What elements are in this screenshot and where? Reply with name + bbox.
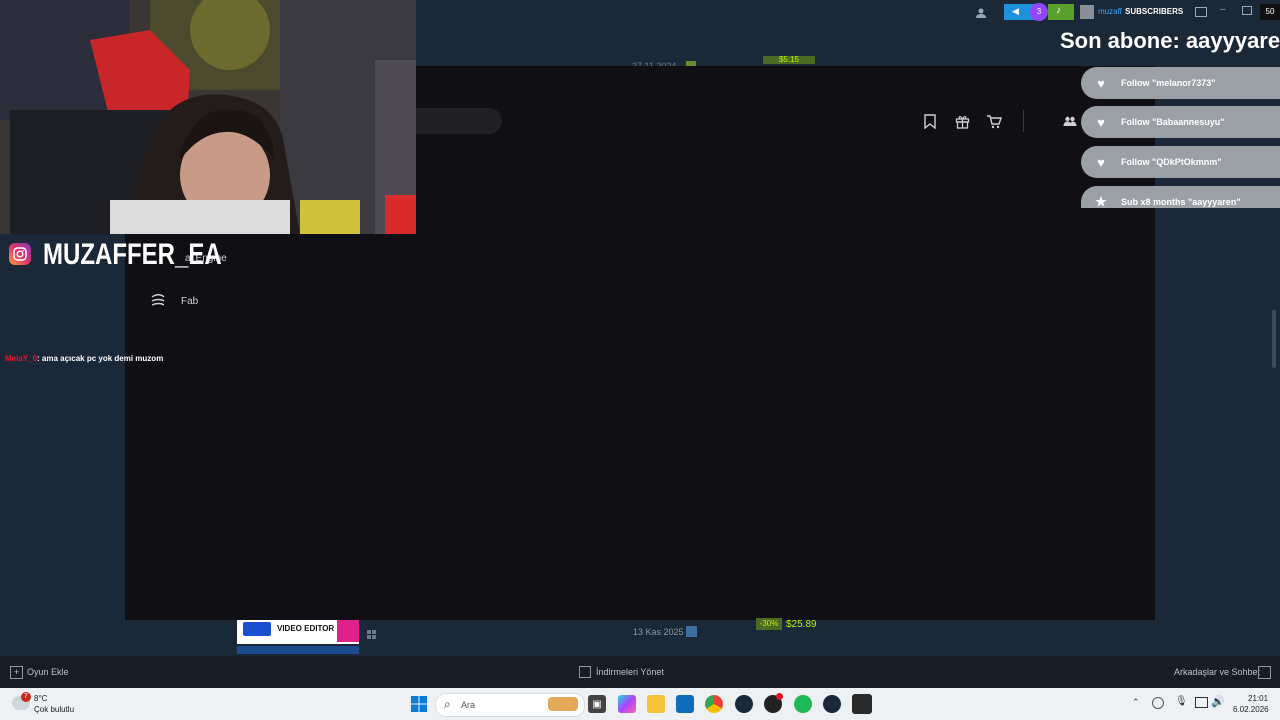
notification-dot	[776, 693, 783, 700]
weather-temp[interactable]: 8°C	[34, 694, 47, 703]
add-game-button[interactable]: Oyun Ekle	[27, 667, 69, 677]
steam-icon[interactable]	[823, 695, 841, 713]
minimize-icon[interactable]: –	[1220, 4, 1226, 15]
add-icon[interactable]: +	[10, 666, 23, 679]
file-explorer-icon[interactable]	[647, 695, 665, 713]
channel-avatar	[1080, 5, 1094, 19]
channel-name: muzaff	[1098, 7, 1122, 16]
game-price: $5.15	[763, 56, 815, 64]
heart-icon: ♥	[1097, 114, 1105, 130]
alert-text: Follow "melanor7373"	[1121, 78, 1216, 88]
spotify-icon[interactable]	[794, 695, 812, 713]
chevron-up-icon[interactable]: ⌃	[1132, 697, 1140, 708]
friends-icon[interactable]	[1060, 111, 1080, 131]
webcam-feed	[0, 0, 416, 234]
heart-icon: ♥	[1097, 154, 1105, 170]
scrollbar[interactable]	[1272, 310, 1276, 368]
weather-badge: 7	[21, 692, 31, 702]
gift-icon[interactable]	[952, 111, 972, 131]
chat-username: MelaY_0	[5, 354, 38, 363]
search-icon: ⌕	[444, 697, 451, 711]
alert-text: Sub x8 months "aayyyaren"	[1121, 197, 1241, 207]
manage-downloads-button[interactable]: İndirmeleri Yönet	[596, 667, 664, 677]
subscribers-label: SUBSCRIBERS	[1125, 7, 1184, 16]
badge-count: 3	[1030, 3, 1048, 21]
bell-icon: ♪	[1048, 4, 1074, 20]
last-subscriber: Son abone: aayyyaren	[1060, 28, 1280, 53]
taskbar-search[interactable]: ⌕ Ara	[435, 693, 585, 717]
bookmark-icon[interactable]	[920, 111, 940, 131]
monitor-icon[interactable]	[1195, 7, 1207, 17]
search-highlight-image	[548, 697, 578, 711]
viewer-count: 50	[1260, 4, 1280, 20]
alert-text: Follow "Babaannesuyu"	[1121, 117, 1225, 127]
epic-games-icon[interactable]	[852, 694, 872, 714]
toolbar-divider	[1023, 110, 1024, 132]
steam-footer: + Oyun Ekle İndirmeleri Yönet Arkadaşlar…	[0, 656, 1280, 688]
copilot-icon[interactable]	[618, 695, 636, 713]
alert-sub: ★ Sub x8 months "aayyyaren"	[1081, 186, 1280, 208]
tray-app-icon[interactable]	[1152, 697, 1164, 709]
alert-follow: ♥ Follow "melanor7373"	[1081, 67, 1280, 99]
clock-time[interactable]: 21:01	[1248, 694, 1268, 703]
windows-platform-icon	[367, 627, 377, 639]
thumb-label: VIDEO EDITOR	[277, 624, 335, 633]
alert-follow: ♥ Follow "Babaannesuyu"	[1081, 106, 1280, 138]
network-icon[interactable]	[1195, 697, 1208, 708]
people-icon	[975, 6, 987, 18]
alert-follow: ♥ Follow "QDkPtOkmnm"	[1081, 146, 1280, 178]
friends-chat-button[interactable]: Arkadaşlar ve Sohbet	[1174, 667, 1260, 677]
volume-icon[interactable]: 🔊	[1211, 695, 1225, 708]
windows-start-icon[interactable]	[411, 696, 427, 712]
fab-icon	[150, 294, 166, 308]
instagram-icon	[9, 243, 31, 265]
steam-side-panel	[1155, 208, 1280, 656]
store-icon[interactable]	[676, 695, 694, 713]
game-price: $25.89	[786, 619, 817, 630]
thumb-accent	[337, 620, 359, 642]
review-icon	[686, 626, 697, 637]
chat-text: : ama açıcak pc yok demi muzom	[37, 354, 164, 363]
discount-badge: -30%	[756, 618, 782, 630]
game-thumbnail[interactable]	[237, 646, 359, 654]
chat-icon[interactable]	[1258, 666, 1271, 679]
chat-message: MelaY_0: ama açıcak pc yok demi muzom	[5, 354, 163, 363]
epic-search-input[interactable]	[416, 108, 502, 134]
cart-icon[interactable]	[984, 111, 1004, 131]
game-thumbnail[interactable]: VIDEO EDITOR	[237, 620, 359, 644]
star-icon: ★	[1095, 194, 1107, 208]
download-icon[interactable]	[579, 666, 591, 678]
stream-status-bar: ◀ 3 ♪ muzaff SUBSCRIBERS – 50	[965, 3, 1280, 21]
alert-text: Follow "QDkPtOkmnm"	[1121, 157, 1222, 167]
instagram-handle: MUZAFFER_EA	[43, 238, 222, 271]
nav-fab[interactable]: Fab	[181, 296, 198, 307]
weather-condition[interactable]: Çok bulutlu	[34, 705, 74, 714]
thumb-logo	[243, 622, 271, 636]
chrome-icon[interactable]	[705, 695, 723, 713]
megaphone-icon: ◀	[1012, 6, 1019, 16]
search-placeholder: Ara	[461, 700, 476, 710]
microphone-icon[interactable]: 🎙	[1175, 696, 1188, 707]
maximize-icon[interactable]	[1242, 6, 1252, 15]
clock-date[interactable]: 6.02.2026	[1233, 705, 1269, 714]
task-view-icon[interactable]: ▣	[588, 695, 606, 713]
heart-icon: ♥	[1097, 75, 1105, 91]
steam-icon[interactable]	[735, 695, 753, 713]
windows-taskbar: 7 8°C Çok bulutlu ⌕ Ara ▣ ⌃ 🎙 🔊 21:01 6.…	[0, 688, 1280, 720]
game-release-date: 13 Kas 2025	[633, 627, 684, 637]
